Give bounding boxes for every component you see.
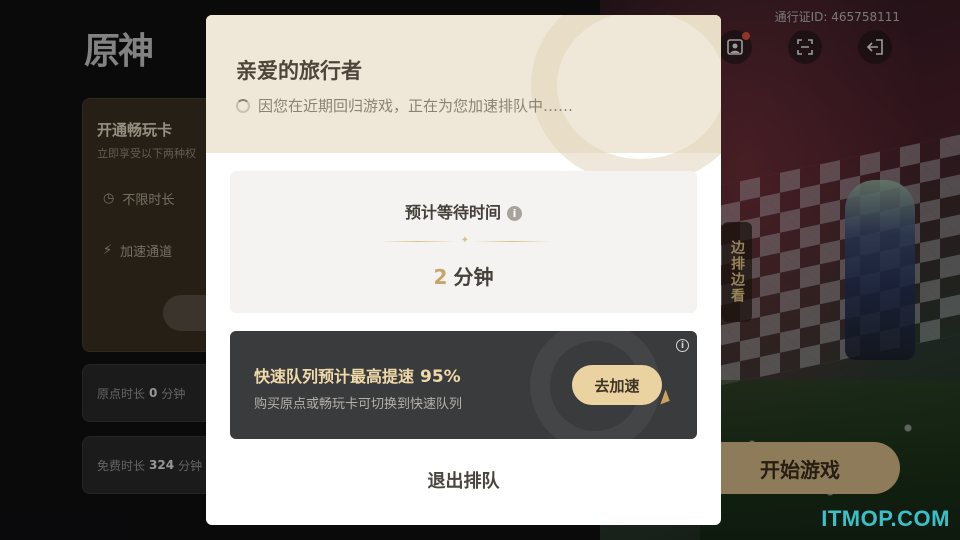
wait-time-unit: 分钟	[453, 265, 494, 289]
queue-dialog: 亲爱的旅行者 因您在近期回归游戏，正在为您加速排队中…… 预计等待时间 i ✦ 2…	[206, 15, 721, 525]
star-ornament-icon: ✦	[460, 235, 470, 246]
wait-time-panel: 预计等待时间 i ✦ 2 分钟	[230, 171, 697, 313]
queue-status-text: 因您在近期回归游戏，正在为您加速排队中……	[258, 97, 574, 115]
wait-time-label: 预计等待时间	[404, 203, 501, 222]
wait-time-label-row: 预计等待时间 i	[230, 199, 697, 223]
loading-spinner-icon	[236, 98, 250, 113]
fast-queue-panel: i 快速队列预计最高提速 95% 购买原点或畅玩卡可切换到快速队列 去加速	[230, 331, 697, 439]
fast-queue-title-row: 快速队列预计最高提速 95%	[254, 363, 461, 387]
speed-up-button[interactable]: 去加速	[572, 365, 670, 405]
ornament-divider: ✦	[380, 236, 550, 246]
speed-up-label: 去加速	[594, 376, 640, 395]
info-icon[interactable]: i	[507, 206, 522, 221]
dialog-title: 亲爱的旅行者	[236, 59, 362, 83]
wait-time-value: 2	[433, 265, 448, 289]
exit-queue-button[interactable]: 退出排队	[206, 467, 721, 493]
fast-queue-percent: 95%	[420, 367, 461, 387]
dialog-header: 亲爱的旅行者 因您在近期回归游戏，正在为您加速排队中……	[206, 15, 721, 185]
fast-queue-subtitle: 购买原点或畅玩卡可切换到快速队列	[254, 397, 463, 412]
fast-queue-title: 快速队列预计最高提速	[254, 367, 415, 386]
wait-time-value-row: 2 分钟	[230, 261, 697, 290]
fast-queue-info-icon[interactable]: i	[676, 339, 689, 352]
watermark: ITMOP.COM	[821, 506, 950, 531]
queue-status: 因您在近期回归游戏，正在为您加速排队中……	[236, 95, 573, 116]
arrow-icon	[656, 389, 670, 405]
